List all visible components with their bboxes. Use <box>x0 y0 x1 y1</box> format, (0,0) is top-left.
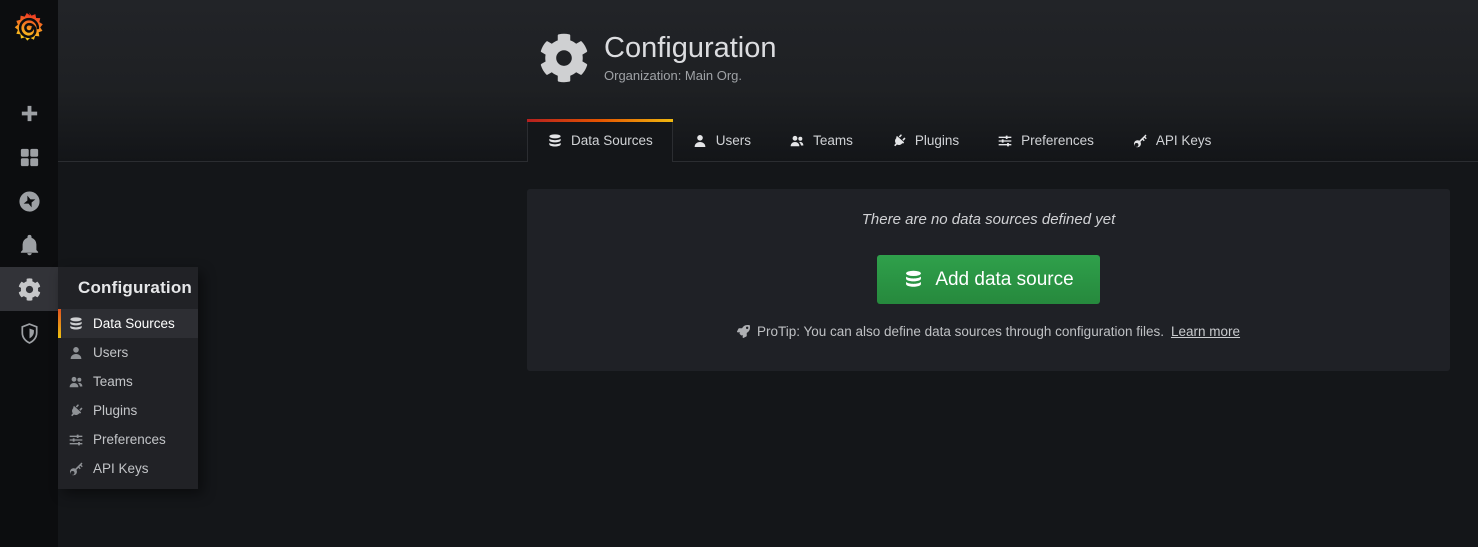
database-icon <box>903 269 924 290</box>
tab-api-keys[interactable]: API Keys <box>1113 119 1231 162</box>
flyout-menu: Data Sources Users Teams Plugins Prefere… <box>58 309 198 483</box>
users-icon <box>68 374 84 390</box>
sidebar-item-configuration[interactable] <box>0 267 58 311</box>
add-data-source-button[interactable]: Add data source <box>877 255 1099 304</box>
tab-label: API Keys <box>1156 133 1212 148</box>
flyout-item-teams[interactable]: Teams <box>58 367 198 396</box>
users-icon <box>789 133 805 149</box>
flyout-item-users[interactable]: Users <box>58 338 198 367</box>
flyout-title: Configuration <box>58 267 198 309</box>
configuration-flyout: Configuration Data Sources Users Teams P… <box>58 267 198 489</box>
user-icon <box>692 133 708 149</box>
sidebar-item-explore[interactable] <box>0 179 58 223</box>
empty-message: There are no data sources defined yet <box>862 211 1116 228</box>
compass-icon <box>18 190 41 213</box>
flyout-item-label: Users <box>93 345 128 360</box>
shield-icon <box>18 322 41 345</box>
database-icon <box>547 133 563 149</box>
tab-bar: Data Sources Users Teams Plugins Prefere… <box>527 119 1230 162</box>
plug-icon <box>68 403 84 419</box>
flyout-item-data-sources[interactable]: Data Sources <box>58 309 198 338</box>
page-header: Configuration Organization: Main Org. Da… <box>58 0 1478 162</box>
tab-label: Users <box>716 133 751 148</box>
flyout-item-label: Plugins <box>93 403 137 418</box>
rocket-icon <box>737 325 750 338</box>
flyout-item-label: Data Sources <box>93 316 175 331</box>
protip: ProTip: You can also define data sources… <box>737 324 1240 339</box>
flyout-item-api-keys[interactable]: API Keys <box>58 454 198 483</box>
sidebar <box>0 0 58 547</box>
sliders-icon <box>997 133 1013 149</box>
plug-icon <box>891 133 907 149</box>
flyout-item-plugins[interactable]: Plugins <box>58 396 198 425</box>
tab-teams[interactable]: Teams <box>770 119 872 162</box>
grafana-logo-icon[interactable] <box>0 0 58 56</box>
user-icon <box>68 345 84 361</box>
tab-data-sources[interactable]: Data Sources <box>527 119 673 162</box>
sliders-icon <box>68 432 84 448</box>
tab-label: Teams <box>813 133 853 148</box>
apps-grid-icon <box>18 146 41 169</box>
key-icon <box>68 461 84 477</box>
protip-text: ProTip: You can also define data sources… <box>757 324 1164 339</box>
page-title: Configuration <box>604 32 777 65</box>
page-subtitle: Organization: Main Org. <box>604 68 777 83</box>
flyout-item-label: Preferences <box>93 432 166 447</box>
add-data-source-label: Add data source <box>935 269 1073 291</box>
tab-preferences[interactable]: Preferences <box>978 119 1113 162</box>
tab-label: Data Sources <box>571 133 653 148</box>
learn-more-link[interactable]: Learn more <box>1171 324 1240 339</box>
plus-icon <box>18 102 41 125</box>
empty-state-panel: There are no data sources defined yet Ad… <box>527 189 1450 371</box>
main-area: Configuration Organization: Main Org. Da… <box>58 0 1478 547</box>
flyout-item-label: API Keys <box>93 461 149 476</box>
gear-icon <box>18 278 41 301</box>
sidebar-item-dashboards[interactable] <box>0 135 58 179</box>
tab-users[interactable]: Users <box>673 119 770 162</box>
grafana-app: Configuration Data Sources Users Teams P… <box>0 0 1478 547</box>
sidebar-item-server-admin[interactable] <box>0 311 58 355</box>
tab-plugins[interactable]: Plugins <box>872 119 978 162</box>
sidebar-item-alerting[interactable] <box>0 223 58 267</box>
database-icon <box>68 316 84 332</box>
sidebar-item-create[interactable] <box>0 91 58 135</box>
page-body: There are no data sources defined yet Ad… <box>58 162 1478 546</box>
gear-icon <box>539 32 589 84</box>
tab-label: Preferences <box>1021 133 1094 148</box>
key-icon <box>1132 133 1148 149</box>
sidebar-items <box>0 91 58 355</box>
flyout-item-preferences[interactable]: Preferences <box>58 425 198 454</box>
bell-icon <box>18 234 41 257</box>
flyout-item-label: Teams <box>93 374 133 389</box>
tab-label: Plugins <box>915 133 959 148</box>
